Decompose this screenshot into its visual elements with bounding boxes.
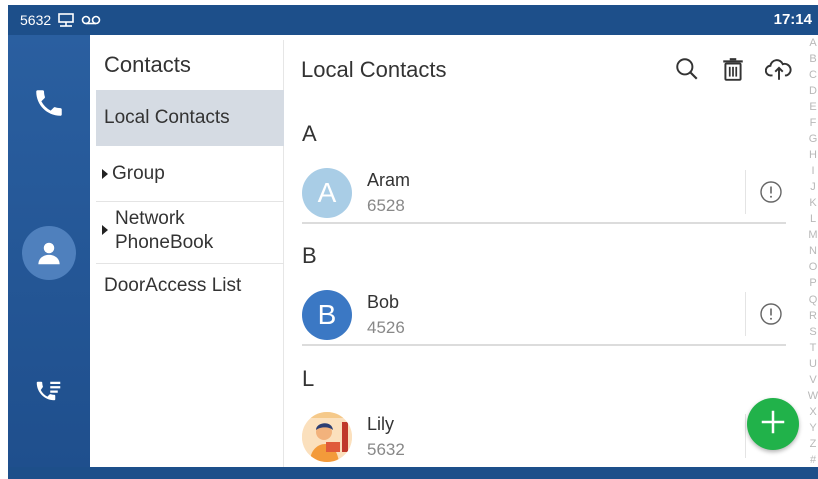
voicemail-icon: [81, 14, 101, 26]
contact-name: Lily: [367, 414, 395, 434]
alphabet-letter[interactable]: X: [809, 406, 816, 419]
contact-name: Aram: [367, 170, 411, 190]
phone-screen: 5632 17:14 Contacts Local Contacts Group…: [0, 0, 818, 479]
search-icon[interactable]: [672, 54, 702, 84]
menu-item-label-line1: Network: [115, 208, 185, 229]
menu-item-group-row: Group: [102, 163, 165, 185]
divider: [745, 292, 746, 336]
nav-phone-button[interactable]: [8, 75, 90, 135]
section-header-b: B: [302, 243, 317, 268]
menu-item-dooraccess-list[interactable]: DoorAccess List: [96, 264, 284, 314]
contact-row-lily[interactable]: Lily 5632: [302, 408, 786, 467]
alphabet-letter[interactable]: P: [809, 277, 816, 290]
alphabet-letter[interactable]: T: [810, 342, 817, 355]
status-left: 5632: [8, 12, 101, 28]
section-header-l: L: [302, 366, 315, 391]
clock: 17:14: [773, 11, 812, 28]
alphabet-letter[interactable]: F: [810, 117, 817, 130]
alphabet-letter[interactable]: A: [809, 37, 816, 50]
alphabet-letter[interactable]: Q: [809, 294, 818, 307]
alphabet-letter[interactable]: V: [809, 374, 816, 387]
contact-number: 5632: [367, 440, 405, 459]
status-bar: 5632 17:14: [8, 5, 818, 35]
menu-item-label: Group: [112, 163, 165, 184]
trash-icon[interactable]: [718, 54, 748, 84]
plus-icon: [758, 407, 788, 442]
alphabet-letter[interactable]: M: [808, 229, 817, 242]
cloud-upload-icon[interactable]: [764, 54, 794, 84]
divider: [745, 414, 746, 458]
alphabet-letter[interactable]: S: [809, 326, 816, 339]
photo-avatar: [302, 412, 352, 462]
info-icon[interactable]: [759, 302, 783, 326]
nav-rail: [8, 35, 90, 467]
avatar: B: [302, 290, 352, 340]
alphabet-letter[interactable]: H: [809, 149, 817, 162]
row-separator: [302, 222, 786, 224]
extension-number: 5632: [20, 12, 52, 28]
alphabet-letter[interactable]: Z: [810, 438, 817, 451]
alphabet-letter[interactable]: C: [809, 69, 817, 82]
menu-item-group[interactable]: Group: [96, 146, 284, 202]
alphabet-letter[interactable]: G: [809, 133, 818, 146]
alphabet-letter[interactable]: J: [810, 181, 816, 194]
info-icon[interactable]: [759, 180, 783, 204]
contact-person-icon: [22, 226, 76, 280]
row-separator: [302, 344, 786, 346]
alphabet-letter[interactable]: Y: [809, 422, 816, 435]
expand-triangle-icon: [102, 225, 108, 235]
divider: [745, 170, 746, 214]
nav-history-button[interactable]: [8, 365, 90, 425]
alphabet-letter[interactable]: W: [808, 390, 818, 403]
network-icon: [57, 12, 75, 28]
avatar: A: [302, 168, 352, 218]
expand-triangle-icon: [102, 168, 108, 179]
section-header-a: A: [302, 121, 317, 146]
menu-item-local-contacts[interactable]: Local Contacts: [96, 90, 284, 146]
menu-item-label: Local Contacts: [104, 107, 230, 128]
nav-contacts-button[interactable]: [8, 223, 90, 283]
contact-name: Bob: [367, 292, 400, 312]
alphabet-letter[interactable]: #: [810, 454, 816, 467]
contact-row-bob[interactable]: B Bob 4526: [302, 286, 786, 346]
bottom-bar: [8, 467, 818, 479]
alphabet-letter[interactable]: B: [809, 53, 816, 66]
contact-row-aram[interactable]: A Aram 6528: [302, 164, 786, 224]
contact-list-panel: Local Contacts A A Aram 6528 B B Bob 452: [288, 40, 804, 467]
add-contact-button[interactable]: [747, 398, 799, 450]
page-title: Local Contacts: [301, 57, 447, 82]
menu-item-label: DoorAccess List: [104, 275, 242, 296]
menu-title: Contacts: [104, 52, 191, 77]
alphabet-letter[interactable]: U: [809, 358, 817, 371]
contacts-menu: Contacts Local Contacts Group Network Ph…: [96, 40, 284, 467]
contact-number: 4526: [367, 318, 405, 337]
alphabet-index[interactable]: A B C D E F G H I J K L M N O P Q R S T U V W X Y Z #: [806, 37, 818, 467]
menu-item-label-block: Network PhoneBook: [115, 207, 213, 255]
alphabet-letter[interactable]: R: [809, 310, 817, 323]
alphabet-letter[interactable]: L: [810, 213, 816, 226]
alphabet-letter[interactable]: K: [809, 197, 816, 210]
menu-item-network-phonebook[interactable]: Network PhoneBook: [96, 202, 284, 264]
menu-item-label-line2: PhoneBook: [115, 232, 214, 253]
contact-number: 6528: [367, 196, 405, 215]
alphabet-letter[interactable]: E: [809, 101, 816, 114]
alphabet-letter[interactable]: I: [811, 165, 814, 178]
alphabet-letter[interactable]: O: [809, 261, 818, 274]
alphabet-letter[interactable]: D: [809, 85, 817, 98]
alphabet-letter[interactable]: N: [809, 245, 817, 258]
call-history-icon: [34, 378, 64, 413]
phone-icon: [32, 86, 66, 125]
